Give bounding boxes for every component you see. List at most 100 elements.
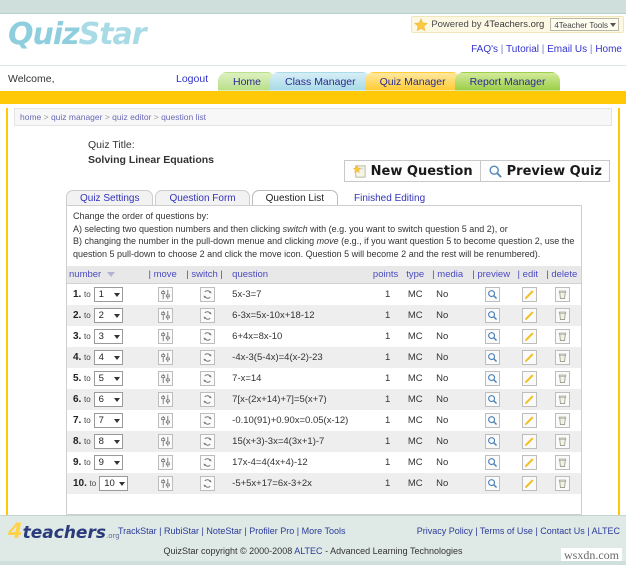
preview-magnifier-icon[interactable] [485, 434, 500, 449]
nav-tab-class-manager[interactable]: Class Manager [270, 72, 371, 91]
footer-link-privacy-policy[interactable]: Privacy Policy [417, 526, 473, 536]
subtab-quiz-settings[interactable]: Quiz Settings [66, 190, 153, 206]
instructions-line-1: A) selecting two question numbers and th… [73, 223, 575, 236]
edit-pencil-icon[interactable] [522, 413, 537, 428]
edit-pencil-icon[interactable] [522, 350, 537, 365]
move-icon[interactable] [158, 413, 173, 428]
move-icon[interactable] [158, 371, 173, 386]
preview-magnifier-icon[interactable] [485, 350, 500, 365]
footer-link-terms-of-use[interactable]: Terms of Use [480, 526, 533, 536]
move-icon[interactable] [158, 350, 173, 365]
switch-icon[interactable] [200, 476, 215, 491]
move-icon[interactable] [158, 476, 173, 491]
cell-preview [470, 347, 515, 368]
edit-pencil-icon[interactable] [522, 476, 537, 491]
subtab-question-form[interactable]: Question Form [155, 190, 249, 206]
edit-pencil-icon[interactable] [522, 308, 537, 323]
switch-icon[interactable] [200, 413, 215, 428]
col-header-type[interactable]: type [400, 266, 430, 284]
preview-magnifier-icon[interactable] [485, 476, 500, 491]
subtab-finished-editing[interactable]: Finished Editing [340, 190, 439, 206]
subtab-question-list[interactable]: Question List [252, 190, 338, 206]
edit-pencil-icon[interactable] [522, 434, 537, 449]
preview-magnifier-icon[interactable] [485, 329, 500, 344]
switch-icon[interactable] [200, 371, 215, 386]
col-header-number[interactable]: number [67, 266, 146, 284]
move-icon[interactable] [158, 287, 173, 302]
position-dropdown[interactable]: 3 [94, 329, 123, 344]
preview-magnifier-icon[interactable] [485, 413, 500, 428]
position-dropdown[interactable]: 7 [94, 413, 123, 428]
link-home[interactable]: Home [595, 44, 622, 55]
new-question-button[interactable]: New Question [344, 160, 481, 182]
teacher-tools-dropdown[interactable]: 4Teacher Tools [550, 18, 619, 31]
footer-link-notestar[interactable]: NoteStar [206, 526, 242, 536]
move-icon[interactable] [158, 308, 173, 323]
preview-magnifier-icon[interactable] [485, 287, 500, 302]
switch-icon[interactable] [200, 308, 215, 323]
position-dropdown[interactable]: 8 [94, 434, 123, 449]
footer-link-profiler-pro[interactable]: Profiler Pro [249, 526, 294, 536]
footer-link-trackstar[interactable]: TrackStar [118, 526, 157, 536]
footer-top-row: 4teachers.org TrackStar | RubiStar | Not… [0, 516, 626, 546]
delete-trash-icon[interactable] [555, 434, 570, 449]
edit-pencil-icon[interactable] [522, 371, 537, 386]
delete-trash-icon[interactable] [555, 308, 570, 323]
col-header-question[interactable]: question [230, 266, 361, 284]
breadcrumb-home[interactable]: home [20, 112, 41, 122]
new-question-icon [352, 164, 367, 179]
switch-icon[interactable] [200, 455, 215, 470]
logout-link[interactable]: Logout [176, 73, 208, 85]
delete-trash-icon[interactable] [555, 350, 570, 365]
edit-pencil-icon[interactable] [522, 329, 537, 344]
move-icon[interactable] [158, 392, 173, 407]
row-number: 5. [73, 373, 81, 384]
position-dropdown[interactable]: 1 [94, 287, 123, 302]
link-faqs[interactable]: FAQ's [471, 44, 498, 55]
nav-tab-quiz-manager[interactable]: Quiz Manager [365, 72, 461, 91]
footer-link-contact-us[interactable]: Contact Us [540, 526, 585, 536]
preview-quiz-button[interactable]: Preview Quiz [480, 160, 610, 182]
delete-trash-icon[interactable] [555, 476, 570, 491]
position-dropdown[interactable]: 4 [94, 350, 123, 365]
cell-edit [516, 305, 545, 326]
edit-pencil-icon[interactable] [522, 455, 537, 470]
move-icon[interactable] [158, 329, 173, 344]
footer-link-altec[interactable]: ALTEC [592, 526, 620, 536]
copyright-altec-link[interactable]: ALTEC [294, 546, 322, 556]
delete-trash-icon[interactable] [555, 455, 570, 470]
move-icon[interactable] [158, 434, 173, 449]
col-header-points[interactable]: points [362, 266, 401, 284]
switch-icon[interactable] [200, 350, 215, 365]
nav-tab-report-manager[interactable]: Report Manager [455, 72, 561, 91]
link-email-us[interactable]: Email Us [547, 44, 587, 55]
position-dropdown[interactable]: 2 [94, 308, 123, 323]
preview-magnifier-icon[interactable] [485, 308, 500, 323]
footer-link-more-tools[interactable]: More Tools [302, 526, 346, 536]
switch-icon[interactable] [200, 434, 215, 449]
breadcrumb-quiz-editor[interactable]: quiz editor [112, 112, 151, 122]
breadcrumb-quiz-manager[interactable]: quiz manager [51, 112, 103, 122]
preview-magnifier-icon[interactable] [485, 371, 500, 386]
delete-trash-icon[interactable] [555, 287, 570, 302]
switch-icon[interactable] [200, 392, 215, 407]
delete-trash-icon[interactable] [555, 329, 570, 344]
delete-trash-icon[interactable] [555, 392, 570, 407]
position-dropdown[interactable]: 5 [94, 371, 123, 386]
switch-icon[interactable] [200, 287, 215, 302]
edit-pencil-icon[interactable] [522, 287, 537, 302]
delete-trash-icon[interactable] [555, 371, 570, 386]
preview-magnifier-icon[interactable] [485, 392, 500, 407]
position-value: 4 [99, 352, 104, 363]
delete-trash-icon[interactable] [555, 413, 570, 428]
position-dropdown[interactable]: 6 [94, 392, 123, 407]
preview-magnifier-icon[interactable] [485, 455, 500, 470]
link-tutorial[interactable]: Tutorial [506, 44, 539, 55]
position-dropdown[interactable]: 9 [94, 455, 123, 470]
footer-link-rubistar[interactable]: RubiStar [164, 526, 199, 536]
switch-icon[interactable] [200, 329, 215, 344]
position-dropdown[interactable]: 10 [99, 476, 128, 491]
edit-pencil-icon[interactable] [522, 392, 537, 407]
nav-tab-home[interactable]: Home [218, 72, 276, 91]
move-icon[interactable] [158, 455, 173, 470]
